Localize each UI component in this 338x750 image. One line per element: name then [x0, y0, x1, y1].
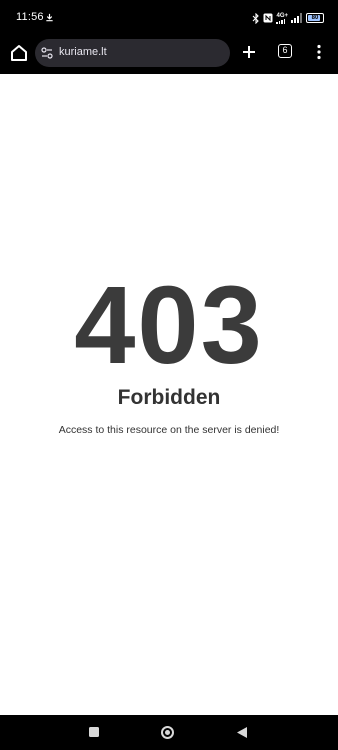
- square-icon[interactable]: [89, 727, 99, 737]
- page-content: 403 Forbidden Access to this resource on…: [0, 74, 338, 715]
- status-bar: 11:56 4G+ 80: [0, 0, 338, 36]
- home-icon[interactable]: [8, 42, 30, 64]
- more-vert-icon[interactable]: [316, 44, 322, 60]
- plus-icon[interactable]: [241, 44, 257, 60]
- triangle-back-icon[interactable]: [236, 726, 248, 739]
- system-nav-bar: [0, 715, 338, 750]
- signal-icon: [291, 13, 302, 23]
- status-time: 11:56: [16, 11, 44, 23]
- nfc-icon: [263, 13, 273, 23]
- bluetooth-icon: [253, 12, 260, 24]
- signal-bars-small-icon: [276, 18, 286, 24]
- network-type: 4G+: [276, 13, 288, 24]
- download-icon: [46, 13, 53, 22]
- address-bar[interactable]: kuriame.lt: [35, 39, 230, 67]
- status-icons: 4G+ 80: [252, 12, 324, 24]
- circle-icon[interactable]: [161, 726, 174, 739]
- battery-level: 80: [311, 15, 319, 21]
- error-title: Forbidden: [117, 386, 221, 409]
- browser-toolbar: kuriame.lt 6: [0, 36, 338, 74]
- battery-icon: 80: [306, 13, 324, 23]
- error-message: Access to this resource on the server is…: [58, 424, 280, 436]
- error-code: 403: [74, 264, 264, 387]
- tune-icon[interactable]: [41, 47, 53, 59]
- url-text[interactable]: kuriame.lt: [59, 46, 107, 58]
- tab-count: 6: [282, 45, 288, 55]
- tab-switcher-button[interactable]: 6: [278, 44, 292, 58]
